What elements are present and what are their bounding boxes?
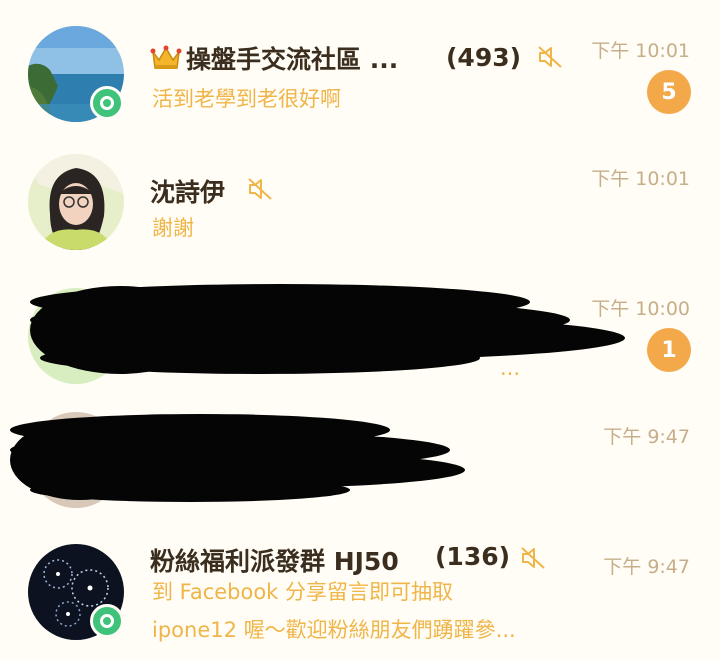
avatar <box>28 154 124 250</box>
chat-row-fan-benefits-group[interactable]: 粉絲福利派發群 HJ50 (136) 到 Facebook 分享留言即可抽取 i… <box>0 530 720 660</box>
chat-row-trader-community[interactable]: 操盤手交流社區 ... (493) 活到老學到老很好啊 下午 10:01 5 <box>0 0 720 130</box>
chat-preview: 活到老學到老很好啊 <box>152 87 341 111</box>
chat-time: 下午 10:01 <box>591 40 690 62</box>
mute-icon <box>538 46 562 68</box>
app-badge-icon <box>90 86 124 120</box>
chat-title: 操盤手交流社區 ... <box>186 45 399 74</box>
chat-title: 粉絲福利派發群 HJ50 <box>150 547 399 576</box>
chat-time: 下午 9:47 <box>603 426 690 448</box>
chat-time: 下午 10:00 <box>591 298 690 320</box>
unread-count-badge: 1 <box>647 328 691 372</box>
chat-preview: 謝謝 <box>152 216 194 240</box>
person-portrait-photo-icon <box>28 154 124 250</box>
chat-preview-line2: ipone12 喔～歡迎粉絲朋友們踴躍參... <box>152 618 516 642</box>
chat-row-redacted-2[interactable]: 下午 9:47 <box>0 400 720 530</box>
member-count: (493) <box>446 43 522 72</box>
app-badge-icon <box>90 604 124 638</box>
mute-icon <box>521 547 545 569</box>
member-count: (136) <box>435 542 511 571</box>
chat-row-redacted-1[interactable]: ... 下午 10:00 1 <box>0 270 720 400</box>
chat-time: 下午 9:47 <box>603 556 690 578</box>
crown-icon <box>150 45 182 69</box>
chat-title-row: 操盤手交流社區 ... <box>150 40 398 76</box>
unread-count-badge: 5 <box>647 70 691 114</box>
chat-list: 操盤手交流社區 ... (493) 活到老學到老很好啊 下午 10:01 5 沈… <box>0 0 720 661</box>
chat-preview-line1: 到 Facebook 分享留言即可抽取 <box>152 580 454 604</box>
redaction-scribble <box>10 414 465 502</box>
chat-title: 沈詩伊 <box>150 178 226 207</box>
redaction-scribble <box>30 284 625 374</box>
chat-row-shen-shi-yi[interactable]: 沈詩伊 謝謝 下午 10:01 <box>0 130 720 260</box>
mute-icon <box>248 178 272 200</box>
chat-time: 下午 10:01 <box>591 168 690 190</box>
